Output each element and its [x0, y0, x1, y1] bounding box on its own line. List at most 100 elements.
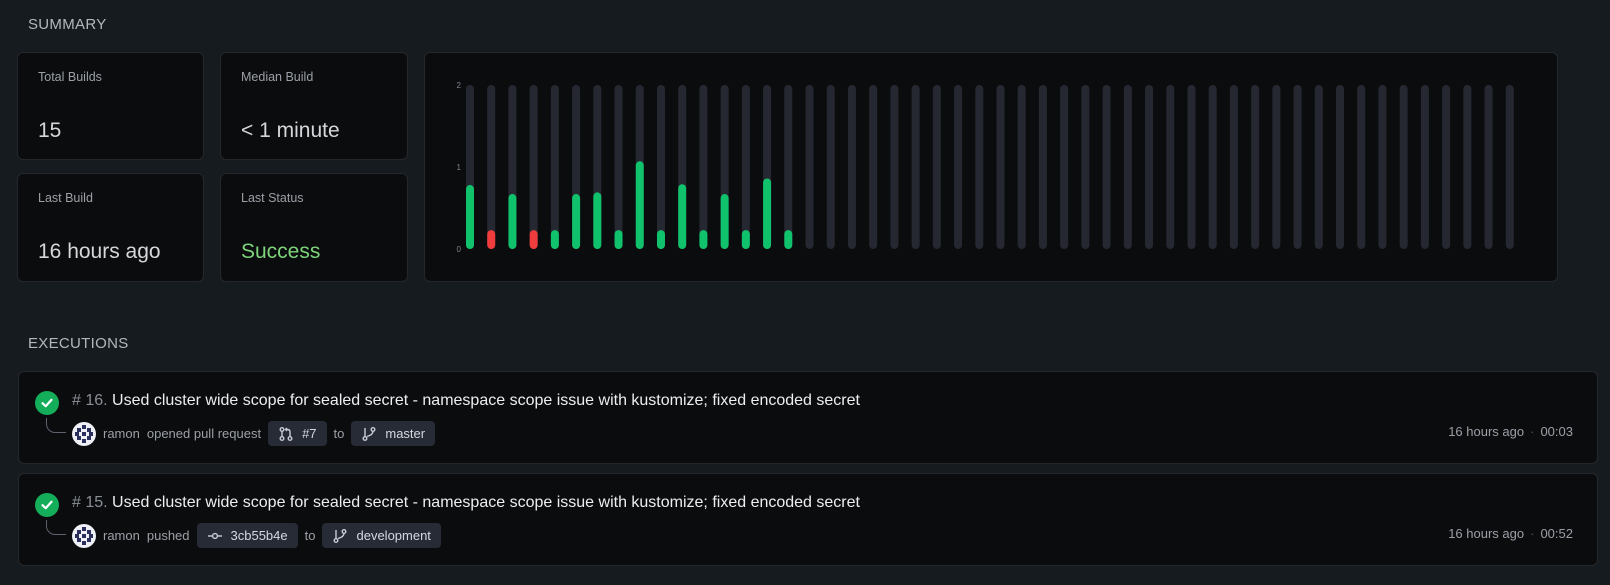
- stat-label: Last Build: [38, 191, 93, 205]
- branch-icon: [362, 426, 376, 441]
- chart-track-bar: [932, 85, 941, 249]
- commit-pill[interactable]: 3cb55b4e: [196, 523, 298, 548]
- build-bar-failure[interactable]: [487, 230, 496, 249]
- branch-name: master: [385, 426, 426, 441]
- chart-track-bar: [1442, 85, 1451, 249]
- build-bar-success[interactable]: [593, 192, 602, 249]
- separator-dot: ·: [1530, 424, 1535, 439]
- stat-card-median-build: Median Build < 1 minute: [220, 52, 408, 160]
- chart-track-bar: [487, 85, 496, 249]
- avatar: [72, 523, 96, 548]
- avatar: [72, 421, 96, 446]
- chart-track-bar: [869, 85, 878, 249]
- execution-duration: 00:03: [1540, 424, 1573, 439]
- execution-meta: ramon opened pull request #7 to master: [72, 421, 436, 446]
- execution-title[interactable]: # 15. Used cluster wide scope for sealed…: [72, 494, 860, 512]
- chart-track-bar: [954, 85, 963, 249]
- build-bar-success[interactable]: [678, 184, 687, 249]
- build-bar-failure[interactable]: [529, 230, 538, 249]
- chart-track-bar: [1357, 85, 1366, 249]
- branch-pill[interactable]: development: [322, 523, 441, 548]
- pull-request-pill[interactable]: #7: [268, 421, 327, 446]
- execution-title[interactable]: # 16. Used cluster wide scope for sealed…: [72, 392, 860, 410]
- y-tick-label: 0: [457, 245, 462, 254]
- summary-title: SUMMARY: [28, 16, 107, 33]
- branch-pill[interactable]: master: [351, 421, 436, 446]
- chart-track-bar: [784, 85, 793, 249]
- execution-time: 16 hours ago: [1448, 526, 1525, 541]
- chart-track-bar: [996, 85, 1005, 249]
- chart-track-bar: [1272, 85, 1281, 249]
- execution-duration: 00:52: [1540, 526, 1573, 541]
- chart-track-bar: [1145, 85, 1154, 249]
- to-text: to: [333, 426, 345, 441]
- chart-track-bar: [1038, 85, 1047, 249]
- execution-number: # 15.: [72, 494, 108, 511]
- author-name[interactable]: ramon: [103, 426, 140, 441]
- chart-track-bar: [847, 85, 856, 249]
- execution-time: 16 hours ago: [1448, 424, 1525, 439]
- chart-track-bar: [741, 85, 750, 249]
- build-bar-success[interactable]: [614, 230, 623, 249]
- build-bar-success[interactable]: [572, 194, 581, 249]
- author-name[interactable]: ramon: [103, 528, 140, 543]
- chart-track-bar: [975, 85, 984, 249]
- chart-track-bar: [1336, 85, 1345, 249]
- chart-track-bar: [1187, 85, 1196, 249]
- stat-value: 15: [38, 119, 62, 142]
- chart-track-bar: [890, 85, 899, 249]
- execution-row[interactable]: # 16. Used cluster wide scope for sealed…: [18, 371, 1598, 464]
- chart-track-bar: [1017, 85, 1026, 249]
- build-history-chart: 0 1 2: [424, 52, 1558, 282]
- execution-message: Used cluster wide scope for sealed secre…: [112, 392, 860, 409]
- build-bar-success[interactable]: [656, 230, 665, 249]
- execution-meta: ramon pushed 3cb55b4e to development: [72, 523, 441, 548]
- chart-track-bar: [805, 85, 814, 249]
- action-text: opened pull request: [146, 426, 262, 441]
- thread-connector: [46, 520, 66, 535]
- chart-track-bar: [550, 85, 559, 249]
- chart-track-bar: [1463, 85, 1472, 249]
- chart-track-bar: [1399, 85, 1408, 249]
- chart-track-bar: [1102, 85, 1111, 249]
- stat-label: Median Build: [241, 70, 314, 84]
- chart-track-bar: [529, 85, 538, 249]
- build-bar-success[interactable]: [741, 230, 750, 249]
- build-bar-success[interactable]: [635, 161, 644, 249]
- success-check-icon: [35, 493, 59, 517]
- build-bar-success[interactable]: [720, 194, 729, 249]
- stat-value: 16 hours ago: [38, 240, 161, 263]
- status-value-success: Success: [241, 240, 321, 263]
- separator-dot: ·: [1530, 526, 1535, 541]
- stat-card-last-build: Last Build 16 hours ago: [17, 173, 204, 282]
- chart-track-bar: [1378, 85, 1387, 249]
- chart-track-bar: [656, 85, 665, 249]
- execution-number: # 16.: [72, 392, 108, 409]
- chart-track-bar: [1484, 85, 1493, 249]
- chart-track-bar: [614, 85, 623, 249]
- build-bar-success[interactable]: [466, 185, 474, 249]
- build-bar-success[interactable]: [508, 194, 517, 249]
- pull-request-icon: [279, 426, 293, 441]
- build-bar-success[interactable]: [699, 230, 708, 249]
- chart-canvas: 0 1 2: [457, 81, 1514, 254]
- chart-track-bar: [1208, 85, 1217, 249]
- chart-track-bar: [699, 85, 708, 249]
- execution-row[interactable]: # 15. Used cluster wide scope for sealed…: [18, 473, 1598, 566]
- chart-track-bar: [1314, 85, 1323, 249]
- build-bar-success[interactable]: [784, 230, 793, 249]
- chart-track-bar: [1505, 85, 1514, 249]
- build-bar-success[interactable]: [550, 230, 559, 249]
- stat-value: < 1 minute: [241, 119, 340, 142]
- executions-title: EXECUTIONS: [28, 335, 129, 352]
- execution-message: Used cluster wide scope for sealed secre…: [112, 494, 860, 511]
- stat-card-total-builds: Total Builds 15: [17, 52, 204, 160]
- stat-label: Last Status: [241, 191, 304, 205]
- stat-card-last-status: Last Status Success: [220, 173, 408, 282]
- chart-track-bar: [1251, 85, 1260, 249]
- execution-timing: 16 hours ago · 00:52: [1448, 526, 1573, 541]
- chart-track-bar: [826, 85, 835, 249]
- build-bar-success[interactable]: [763, 178, 772, 249]
- chart-track-bar: [911, 85, 920, 249]
- execution-timing: 16 hours ago · 00:03: [1448, 424, 1573, 439]
